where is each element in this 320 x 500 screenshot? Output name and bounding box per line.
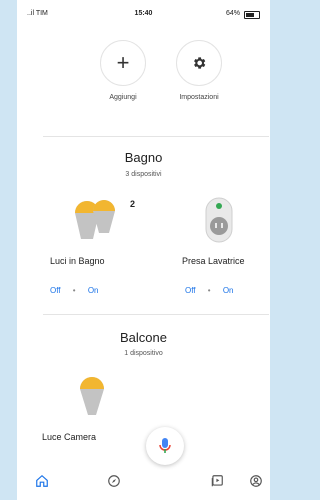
bulb-icon[interactable] [77, 375, 107, 419]
account-icon[interactable] [245, 470, 267, 492]
microphone-icon [159, 438, 171, 453]
bottom-nav [17, 470, 270, 500]
battery-icon [244, 11, 260, 19]
voice-assistant-button[interactable] [146, 427, 184, 465]
divider [43, 136, 269, 137]
settings-label: Impostazioni [179, 94, 219, 101]
toggle-luci-in-bagno: Off • On [50, 286, 98, 295]
top-actions: + Aggiungi Impostazioni [17, 40, 270, 120]
add-button[interactable]: + Aggiungi [93, 40, 153, 101]
off-button[interactable]: Off [185, 286, 196, 295]
smart-plug-icon[interactable] [204, 196, 234, 244]
phone-screen: ..il TIM 15:40 64% + Aggiungi Impostazio… [17, 0, 270, 500]
bulb-group-icon[interactable] [67, 195, 127, 245]
room-count-balcone: 1 dispositivo [124, 350, 163, 357]
device-name-presa-lavatrice[interactable]: Presa Lavatrice [182, 256, 245, 266]
gear-icon [176, 40, 222, 86]
off-button[interactable]: Off [50, 286, 61, 295]
home-icon[interactable] [31, 470, 53, 492]
on-button[interactable]: On [88, 286, 99, 295]
device-name-luci-in-bagno[interactable]: Luci in Bagno [50, 256, 105, 266]
divider [43, 314, 269, 315]
plus-icon: + [100, 40, 146, 86]
separator-dot: • [207, 286, 211, 295]
separator-dot: • [72, 286, 76, 295]
room-count-bagno: 3 dispositivi [125, 171, 162, 178]
battery-percent: 64% [225, 10, 240, 17]
media-icon[interactable] [206, 470, 228, 492]
status-bar: ..il TIM 15:40 64% [17, 0, 270, 30]
add-label: Aggiungi [109, 94, 137, 101]
toggle-presa-lavatrice: Off • On [185, 286, 233, 295]
light-count-badge: 2 [130, 199, 136, 209]
on-button[interactable]: On [223, 286, 234, 295]
room-title-bagno: Bagno [124, 150, 163, 165]
compass-icon[interactable] [103, 470, 125, 492]
room-title-balcone: Balcone [120, 330, 167, 345]
settings-button[interactable]: Impostazioni [169, 40, 229, 101]
device-name-luce-camera[interactable]: Luce Camera [42, 432, 96, 442]
